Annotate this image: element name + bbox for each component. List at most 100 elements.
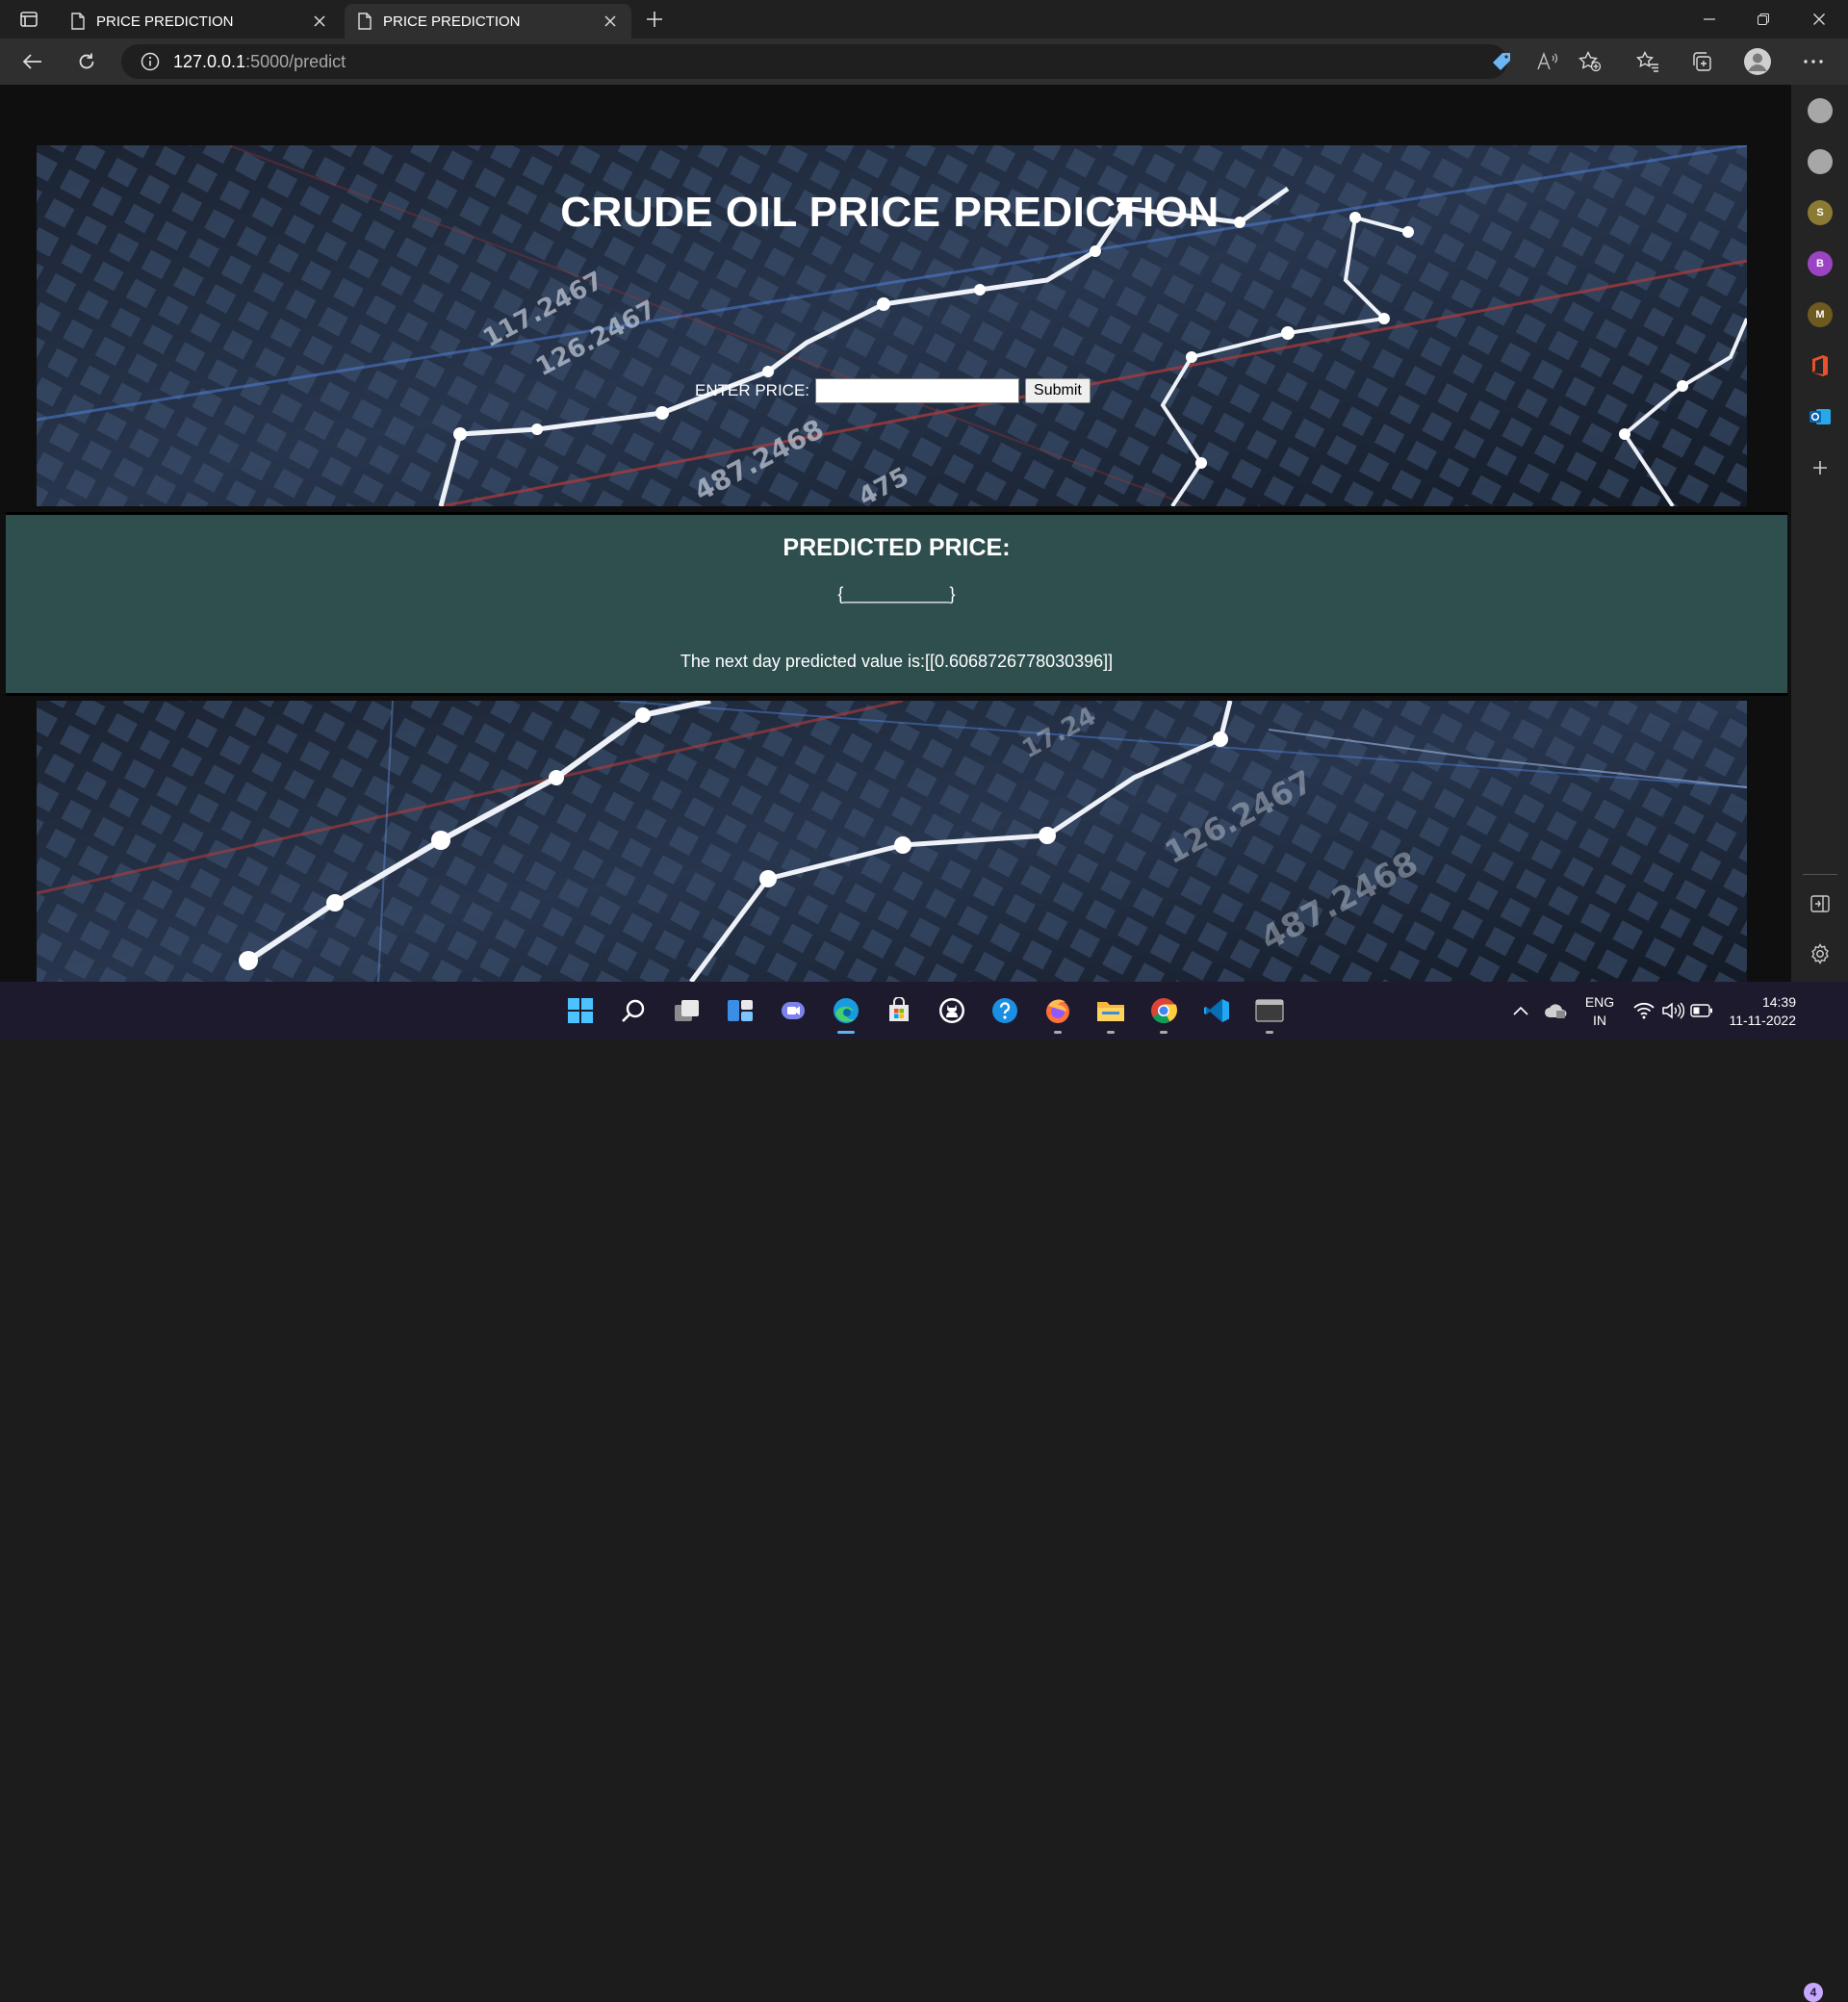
price-input[interactable] xyxy=(815,378,1020,403)
onedrive-icon[interactable] xyxy=(1542,991,1571,1030)
sidebar-settings-icon[interactable] xyxy=(1808,941,1833,966)
arrow-left-icon xyxy=(23,54,41,69)
result-text: The next day predicted value is:[[0.6068… xyxy=(680,652,1114,671)
clock[interactable]: 14:39 11-11-2022 xyxy=(1723,993,1796,1030)
new-tab-button[interactable] xyxy=(639,6,670,33)
active-app-indicator xyxy=(837,1031,855,1034)
tab-close-button[interactable] xyxy=(310,12,329,31)
page-icon xyxy=(71,13,85,30)
tab-price-prediction-1[interactable]: PRICE PREDICTION xyxy=(58,4,341,38)
vscode-icon[interactable] xyxy=(1197,991,1236,1030)
sidebar-profile-icon[interactable] xyxy=(1808,149,1833,174)
result-placeholder: {___________} xyxy=(837,584,956,603)
prediction-result-panel: PREDICTED PRICE: {___________} The next … xyxy=(6,512,1787,696)
page-title: CRUDE OIL PRICE PREDICTION xyxy=(560,189,1219,236)
close-window-button[interactable] xyxy=(1792,0,1846,38)
minimize-icon xyxy=(1704,18,1715,20)
page-viewport: 117.2467 126.2467 487.2468 475 17.24 126… xyxy=(0,85,1791,982)
search-icon[interactable] xyxy=(614,991,653,1030)
favorites-button[interactable] xyxy=(1630,46,1665,77)
windows-start-icon[interactable] xyxy=(561,991,600,1030)
github-desktop-icon[interactable] xyxy=(933,991,971,1030)
widgets-icon[interactable] xyxy=(721,991,759,1030)
battery-icon[interactable] xyxy=(1688,991,1715,1030)
edge-browser-icon[interactable] xyxy=(827,991,865,1034)
terminal-icon[interactable] xyxy=(1250,991,1289,1034)
tab-title: PRICE PREDICTION xyxy=(96,13,234,30)
windows-taskbar: ENG IN 14:39 11-11-2022 4 xyxy=(0,982,1848,2002)
running-app-indicator xyxy=(1107,1031,1115,1034)
restore-icon xyxy=(1758,13,1769,25)
sidebar-profile-m-icon[interactable]: M xyxy=(1808,302,1833,327)
show-hidden-icons-button[interactable] xyxy=(1509,991,1532,1030)
page-icon xyxy=(358,13,372,30)
add-favorite-button[interactable] xyxy=(1573,46,1607,77)
sidebar-profile-b-icon[interactable]: B xyxy=(1808,251,1833,276)
hide-sidebar-icon[interactable] xyxy=(1808,891,1833,916)
running-app-indicator xyxy=(1054,1031,1062,1034)
close-icon xyxy=(314,15,325,27)
shopping-tag-button[interactable] xyxy=(1484,46,1519,77)
collections-icon xyxy=(1693,52,1711,71)
refresh-button[interactable] xyxy=(69,46,104,77)
price-label: ENTER PRICE: xyxy=(695,381,810,399)
minimize-button[interactable] xyxy=(1682,0,1736,38)
tab-close-button[interactable] xyxy=(601,12,620,31)
add-icon[interactable] xyxy=(1808,455,1833,480)
tab-actions-button[interactable] xyxy=(13,6,44,33)
more-icon xyxy=(1804,60,1823,64)
close-icon xyxy=(1813,13,1825,25)
running-app-indicator xyxy=(1266,1031,1273,1034)
close-icon xyxy=(604,15,616,27)
file-explorer-icon[interactable] xyxy=(1091,991,1130,1034)
refresh-icon xyxy=(79,53,94,69)
chrome-icon[interactable] xyxy=(1144,991,1183,1034)
office-icon[interactable] xyxy=(1808,353,1833,378)
settings-more-button[interactable] xyxy=(1796,46,1831,77)
firefox-icon[interactable] xyxy=(1039,991,1077,1034)
wifi-icon[interactable] xyxy=(1630,991,1657,1030)
notification-badge[interactable]: 4 xyxy=(1804,1983,1823,2002)
tab-price-prediction-2[interactable]: PRICE PREDICTION xyxy=(345,4,631,38)
url-host: 127.0.0.1 xyxy=(173,51,246,71)
plus-icon xyxy=(647,12,662,27)
outlook-icon[interactable] xyxy=(1808,404,1833,429)
clock-time: 14:39 xyxy=(1761,994,1796,1010)
tab-actions-icon xyxy=(20,12,38,27)
help-icon[interactable] xyxy=(986,991,1024,1030)
running-app-indicator xyxy=(1160,1031,1168,1034)
task-view-icon[interactable] xyxy=(668,991,706,1030)
sidebar-profile-s-icon[interactable]: S xyxy=(1808,200,1833,225)
sidebar-profile-icon[interactable] xyxy=(1808,98,1833,123)
read-aloud-icon xyxy=(1537,52,1558,70)
tab-strip: PRICE PREDICTION PRICE PREDICTION xyxy=(0,0,1848,38)
profile-button[interactable] xyxy=(1740,46,1775,77)
stock-chart-background-image: 17.24 126.2467 487.2468 xyxy=(37,701,1747,982)
clock-date: 11-11-2022 xyxy=(1729,1013,1796,1028)
teams-chat-icon[interactable] xyxy=(774,991,812,1030)
url-path: :5000/predict xyxy=(245,51,346,71)
restore-button[interactable] xyxy=(1736,0,1790,38)
result-heading: PREDICTED PRICE: xyxy=(783,534,1011,561)
avatar-icon xyxy=(1744,48,1771,75)
prediction-form: ENTER PRICE: Submit xyxy=(695,377,1091,404)
language-code: ENG xyxy=(1584,994,1615,1010)
input-language-indicator[interactable]: ENG IN xyxy=(1580,993,1619,1030)
microsoft-store-icon[interactable] xyxy=(880,991,918,1030)
favorites-icon xyxy=(1636,51,1658,72)
tab-title: PRICE PREDICTION xyxy=(383,13,521,30)
hero-background-image-lower: 17.24 126.2467 487.2468 xyxy=(37,701,1747,982)
read-aloud-button[interactable] xyxy=(1530,46,1565,77)
tag-icon xyxy=(1493,53,1510,70)
collections-button[interactable] xyxy=(1684,46,1719,77)
star-add-icon xyxy=(1578,51,1602,72)
submit-button[interactable]: Submit xyxy=(1025,378,1091,403)
sidebar-divider xyxy=(1803,874,1837,875)
site-info-icon[interactable] xyxy=(141,52,160,71)
back-button[interactable] xyxy=(15,46,50,77)
volume-icon[interactable] xyxy=(1659,991,1686,1030)
region-code: IN xyxy=(1593,1013,1606,1028)
navigation-bar: 127.0.0.1:5000/predict xyxy=(0,38,1848,85)
edge-sidebar: S B M xyxy=(1791,85,1848,982)
address-bar[interactable]: 127.0.0.1:5000/predict xyxy=(121,44,1507,79)
